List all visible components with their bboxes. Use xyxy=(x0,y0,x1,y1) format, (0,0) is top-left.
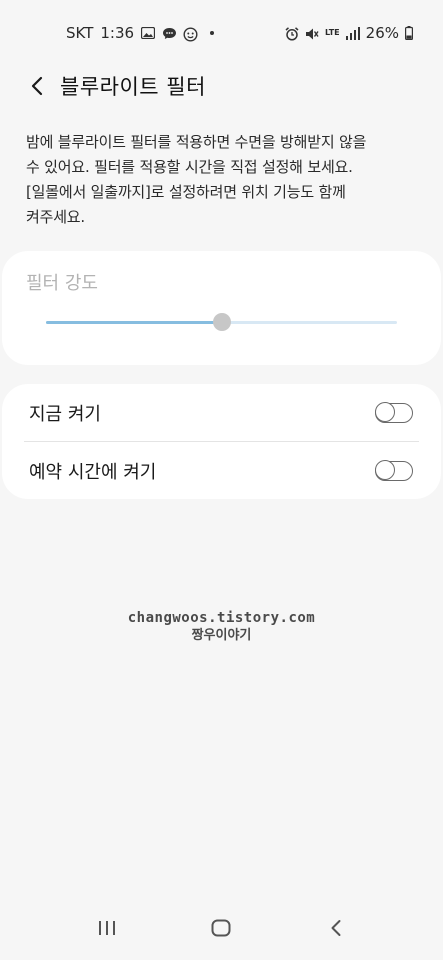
toggle-switch-now[interactable] xyxy=(374,402,413,423)
back-icon xyxy=(331,920,341,936)
toggle-label-now: 지금 켜기 xyxy=(29,403,101,425)
intensity-card: 필터 강도 xyxy=(2,251,441,365)
signal-icon xyxy=(345,27,360,40)
nav-back-button[interactable] xyxy=(316,908,356,948)
toggle-switch-scheduled[interactable] xyxy=(374,460,413,481)
status-left: SKT 1:36 xyxy=(66,24,215,42)
battery-icon xyxy=(405,26,413,40)
app-header: 블루라이트 필터 xyxy=(0,66,443,106)
intensity-label: 필터 강도 xyxy=(26,273,98,294)
description-line: 수 있어요. 필터를 적용할 시간을 직접 설정해 보세요. xyxy=(26,158,353,176)
watermark-url: changwoos.tistory.com xyxy=(127,610,316,626)
status-bar: SKT 1:36 LTE 26% xyxy=(0,0,443,66)
navigation-bar xyxy=(0,896,443,960)
description-text: 밤에 블루라이트 필터를 적용하면 수면을 방해받지 않을 수 있어요. 필터를… xyxy=(26,130,419,230)
page-title: 블루라이트 필터 xyxy=(60,75,206,99)
face-icon xyxy=(183,27,198,42)
back-button[interactable] xyxy=(22,71,52,101)
watermark-name: 짱우이야기 xyxy=(191,628,252,643)
slider-thumb[interactable] xyxy=(212,313,231,331)
toggle-row-scheduled[interactable]: 예약 시간에 켜기 xyxy=(2,442,441,499)
description-line: 켜주세요. xyxy=(26,208,85,226)
watermark: changwoos.tistory.com 짱우이야기 xyxy=(0,610,443,644)
dot-icon xyxy=(210,31,215,35)
lte-icon: LTE xyxy=(324,28,340,37)
toggles-card: 지금 켜기 예약 시간에 켜기 xyxy=(2,384,441,499)
description-line: 밤에 블루라이트 필터를 적용하면 수면을 방해받지 않을 xyxy=(26,133,367,151)
chat-icon xyxy=(162,27,177,39)
description-line: [일몰에서 일출까지]로 설정하려면 위치 기능도 함께 xyxy=(26,183,346,201)
battery-percent: 26% xyxy=(365,24,399,42)
gallery-icon xyxy=(141,27,156,39)
recents-button[interactable] xyxy=(87,908,127,948)
home-button[interactable] xyxy=(201,908,241,948)
switch-knob xyxy=(374,402,395,422)
switch-knob xyxy=(374,460,395,480)
carrier-label: SKT xyxy=(66,24,94,42)
status-right: LTE 26% xyxy=(285,24,413,42)
toggle-row-now[interactable]: 지금 켜기 xyxy=(2,384,441,441)
alarm-icon xyxy=(285,27,299,41)
status-time: 1:36 xyxy=(100,24,135,42)
intensity-slider[interactable] xyxy=(46,313,397,331)
home-icon xyxy=(211,919,231,937)
slider-fill xyxy=(46,321,222,324)
toggle-label-scheduled: 예약 시간에 켜기 xyxy=(29,461,157,483)
chevron-left-icon xyxy=(31,76,43,96)
mute-icon xyxy=(305,27,319,40)
recents-icon xyxy=(99,921,116,935)
